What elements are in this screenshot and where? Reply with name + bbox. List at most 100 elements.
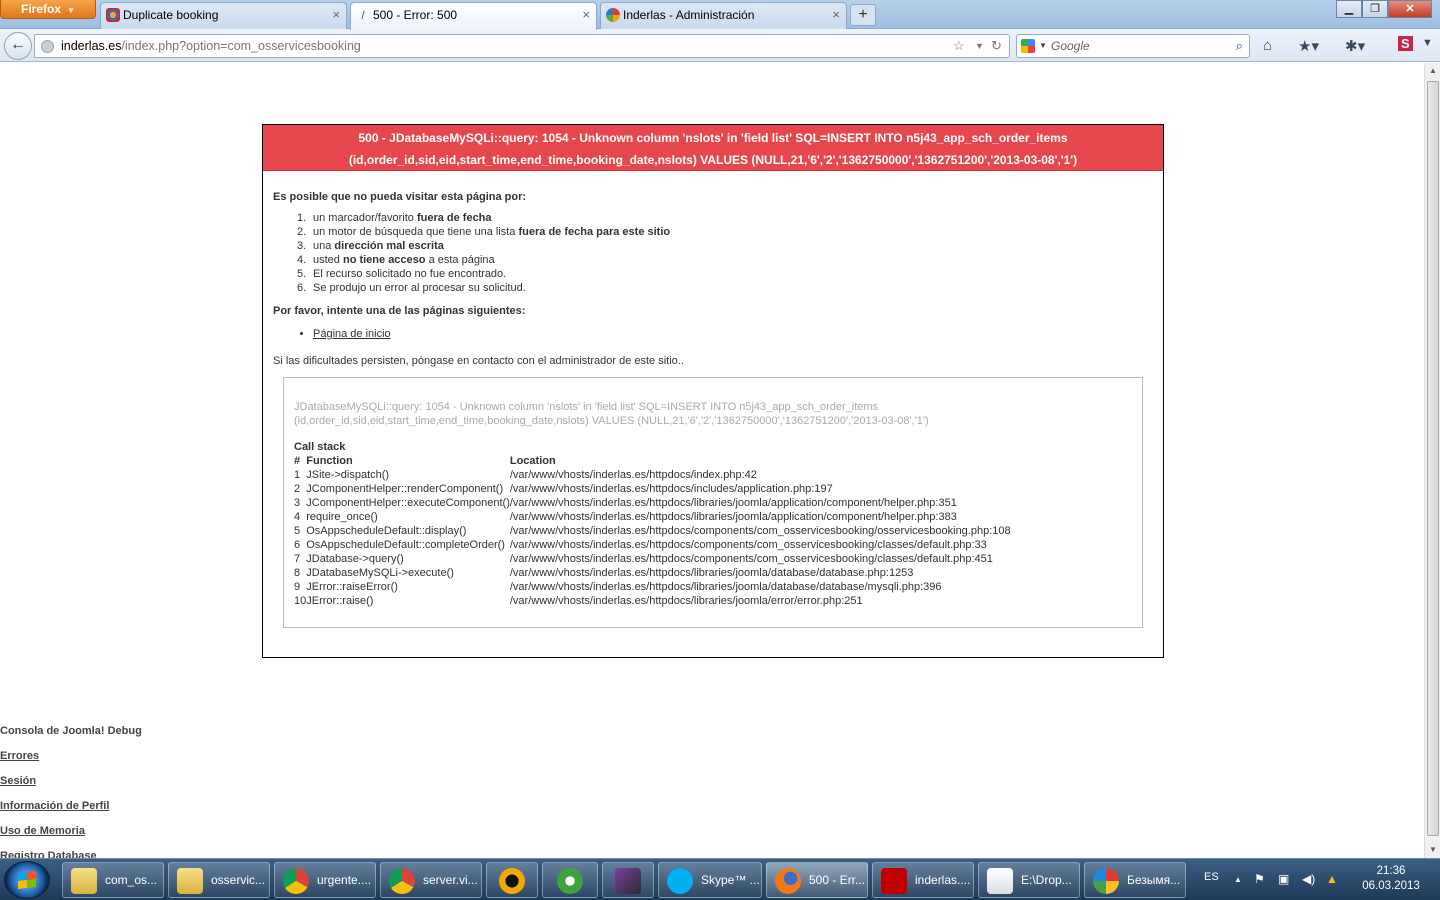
search-input[interactable]: ▼ Google ⌕ bbox=[1016, 34, 1250, 58]
table-row: 1 JSite->dispatch() /var/www/vhosts/inderl… bbox=[294, 468, 1011, 482]
search-icon[interactable]: ⌕ bbox=[1236, 35, 1243, 57]
stack-frame-function: JDatabase->query() bbox=[306, 553, 404, 565]
reason-number: 4. bbox=[297, 254, 307, 266]
taskbar-item-filezilla[interactable]: inderlas.... bbox=[872, 862, 974, 898]
taskbar-item-paint[interactable]: Безымя... bbox=[1084, 862, 1186, 898]
reason-number: 6. bbox=[297, 282, 307, 294]
close-icon[interactable]: × bbox=[832, 3, 840, 27]
aimp-icon bbox=[499, 868, 525, 894]
table-row: 5 OsAppscheduleDefault::display() /var/www… bbox=[294, 524, 1011, 538]
debug-link-session[interactable]: Sesión bbox=[0, 774, 142, 788]
vertical-scrollbar[interactable]: ▲ ▼ bbox=[1424, 63, 1440, 858]
scroll-down-icon[interactable]: ▼ bbox=[1425, 842, 1440, 858]
google-drive-icon[interactable]: ▲ bbox=[1326, 872, 1338, 886]
network-icon[interactable]: ▣ bbox=[1278, 872, 1289, 886]
taskbar-item-video-converter[interactable] bbox=[602, 862, 654, 898]
reason-number: 2. bbox=[297, 226, 307, 238]
reason-text: un marcador/favorito bbox=[313, 212, 417, 224]
taskbar-item-chrome-server[interactable]: server.vi... bbox=[380, 862, 482, 898]
stack-frame-number: 1 bbox=[294, 469, 301, 481]
reason-text-after: a esta página bbox=[425, 254, 495, 266]
taskbar-item-folder-osservic[interactable]: osservic... bbox=[168, 862, 270, 898]
table-row: 7 JDatabase->query() /var/www/vhosts/inder… bbox=[294, 552, 1011, 566]
taskbar-item-chrome-urgente[interactable]: urgente.... bbox=[274, 862, 376, 898]
error-title: 500 - JDatabaseMySQLi::query: 1054 - Unk… bbox=[263, 125, 1163, 171]
url-path: /index.php?option=com_osservicesbooking bbox=[121, 39, 361, 53]
reason-item: 5. El recurso solicitado no fue encontrad… bbox=[297, 267, 1153, 281]
action-center-flag-icon[interactable]: ⚑ bbox=[1254, 872, 1265, 886]
tab-duplicate-booking[interactable]: Duplicate booking × bbox=[100, 2, 347, 29]
debug-link-errors[interactable]: Errores bbox=[0, 749, 142, 763]
chevron-down-icon[interactable]: ▼ bbox=[1422, 37, 1433, 49]
table-row: 10 JError::raise() /var/www/vhosts/inderla… bbox=[294, 594, 1011, 608]
close-window-button[interactable]: ✕ bbox=[1388, 0, 1432, 18]
stack-frame-number: 7 bbox=[294, 553, 301, 565]
taskbar-item-folder-com-os[interactable]: com_os... bbox=[62, 862, 164, 898]
stack-frame-function: OsAppscheduleDefault::completeOrder() bbox=[306, 539, 505, 551]
tray-expand-icon[interactable]: ▲ bbox=[1234, 875, 1242, 884]
home-page-link[interactable]: Página de inicio bbox=[313, 328, 391, 340]
taskbar-item-label: inderlas.... bbox=[915, 873, 971, 887]
folder-icon bbox=[177, 868, 203, 894]
scroll-up-icon[interactable]: ▲ bbox=[1425, 63, 1440, 79]
url-domain: inderlas.es bbox=[61, 39, 122, 53]
bookmarks-icon[interactable]: ★▾ bbox=[1298, 37, 1319, 55]
start-button[interactable] bbox=[4, 861, 50, 899]
error-title-line-1: 500 - JDatabaseMySQLi::query: 1054 - Unk… bbox=[358, 131, 1068, 145]
skype-icon bbox=[667, 868, 693, 894]
error-panel: 500 - JDatabaseMySQLi::query: 1054 - Unk… bbox=[262, 124, 1164, 658]
stack-message-line-1: JDatabaseMySQLi::query: 1054 - Unknown c… bbox=[294, 401, 879, 413]
history-dropdown-icon[interactable]: ▼ bbox=[975, 35, 984, 57]
minimize-button[interactable]: ▁ bbox=[1336, 0, 1362, 18]
try-pages-heading: Por favor, intente una de las páginas si… bbox=[273, 305, 526, 317]
firefox-menu-button[interactable]: Firefox ▼ bbox=[0, 0, 96, 19]
stack-frame-location: /var/www/vhosts/inderlas.es/httpdocs/ind… bbox=[509, 469, 757, 481]
error-body: Es posible que no pueda visitar esta pág… bbox=[263, 171, 1163, 628]
tab-error-500[interactable]: / 500 - Error: 500 × bbox=[350, 2, 597, 30]
home-icon[interactable]: ⌂ bbox=[1263, 37, 1272, 54]
taskbar-item-notepad[interactable]: E:\Drop... bbox=[978, 862, 1080, 898]
google-icon bbox=[1021, 39, 1035, 53]
reason-emphasis: no tiene acceso bbox=[342, 254, 426, 266]
paint-icon bbox=[1093, 868, 1119, 894]
system-tray: ES ▲ ⚑ ▣ ◀) ▲ 21:36 06.03.2013 bbox=[1196, 859, 1440, 900]
taskbar-item-label: E:\Drop... bbox=[1021, 873, 1072, 887]
taskbar-item-skype[interactable]: Skype™ ... bbox=[658, 862, 762, 898]
firefox-menu-label: Firefox bbox=[21, 2, 62, 16]
reason-number: 5. bbox=[297, 268, 307, 280]
taskbar-item-aimp[interactable] bbox=[486, 862, 538, 898]
taskbar-item-utorrent[interactable] bbox=[542, 862, 598, 898]
stack-frame-location: /var/www/vhosts/inderlas.es/httpdocs/lib… bbox=[509, 497, 957, 509]
stack-frame-number: 4 bbox=[294, 511, 301, 523]
restore-button[interactable]: ❐ bbox=[1362, 0, 1388, 18]
tab-inderlas-admin[interactable]: Inderlas - Administración × bbox=[600, 2, 847, 29]
utorrent-icon bbox=[557, 868, 583, 894]
stack-frame-location: /var/www/vhosts/inderlas.es/httpdocs/com… bbox=[509, 553, 993, 565]
debug-link-database[interactable]: Registro Database bbox=[0, 849, 142, 858]
stack-frame-number: 5 bbox=[294, 525, 301, 537]
close-icon[interactable]: × bbox=[582, 3, 590, 27]
contact-note: Si las dificultades persisten, póngase e… bbox=[273, 355, 684, 367]
system-clock[interactable]: 21:36 06.03.2013 bbox=[1356, 864, 1426, 894]
reason-text: un motor de búsqueda que tiene una lista bbox=[313, 226, 519, 238]
stack-frame-function: JComponentHelper::executeComponent() bbox=[306, 497, 510, 509]
chrome-icon bbox=[283, 868, 309, 894]
extension-icon[interactable]: ✱▾ bbox=[1345, 37, 1365, 55]
addon-s-icon[interactable]: S bbox=[1398, 36, 1413, 51]
debug-link-profile[interactable]: Información de Perfil bbox=[0, 799, 142, 813]
taskbar-item-label: osservic... bbox=[211, 873, 266, 887]
bookmark-star-icon[interactable]: ☆ bbox=[953, 35, 965, 57]
new-tab-button[interactable]: + bbox=[850, 4, 876, 26]
volume-icon[interactable]: ◀) bbox=[1302, 872, 1315, 886]
scroll-thumb[interactable] bbox=[1427, 81, 1439, 836]
taskbar-item-firefox[interactable]: 500 - Err... bbox=[766, 862, 868, 898]
close-icon[interactable]: × bbox=[332, 3, 340, 27]
url-bar[interactable]: inderlas.es/index.php?option=com_osservi… bbox=[34, 34, 1010, 58]
back-button[interactable]: ← bbox=[4, 32, 32, 60]
table-row: 2 JComponentHelper::renderComponent() /var… bbox=[294, 482, 1011, 496]
debug-link-memory[interactable]: Uso de Memoria bbox=[0, 824, 142, 838]
call-stack-table: # Function Location 1 JSite->dispatch() /v… bbox=[294, 454, 1011, 608]
reload-icon[interactable]: ↻ bbox=[991, 35, 1002, 57]
taskbar-item-label: com_os... bbox=[105, 873, 158, 887]
language-indicator[interactable]: ES bbox=[1204, 871, 1219, 883]
